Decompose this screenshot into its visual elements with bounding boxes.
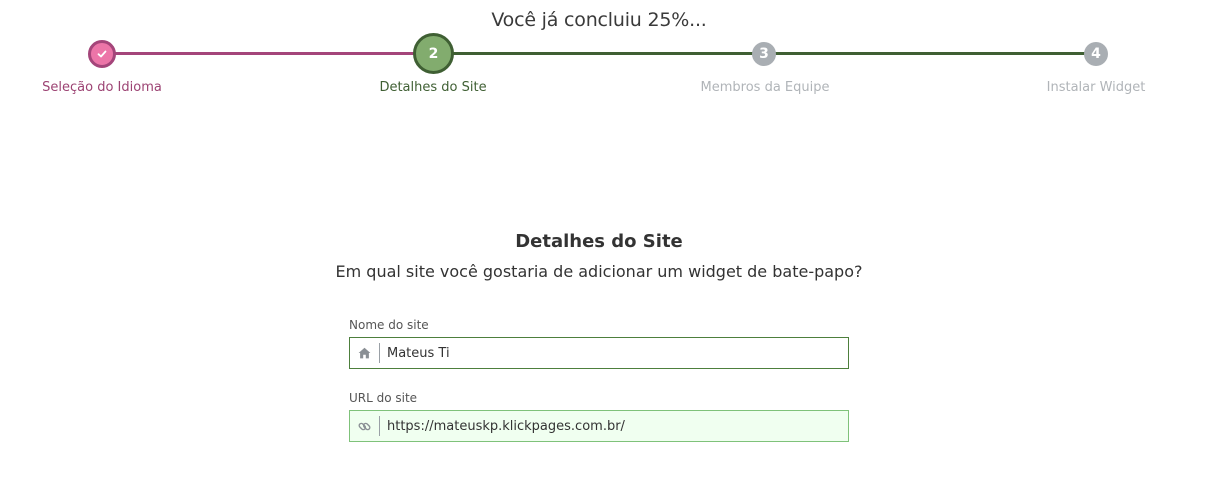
site-url-label: URL do site	[349, 391, 418, 405]
site-url-field[interactable]	[349, 410, 849, 442]
step-3-label[interactable]: Membros da Equipe	[655, 80, 875, 95]
site-url-input[interactable]	[380, 411, 848, 441]
step-3-indicator[interactable]: 3	[752, 42, 776, 66]
step-2-indicator[interactable]: 2	[413, 33, 454, 74]
link-icon	[350, 416, 380, 436]
progress-title: Você já concluiu 25%...	[491, 9, 707, 31]
step-2-label[interactable]: Detalhes do Site	[323, 80, 543, 95]
progress-track-completed	[101, 52, 433, 55]
check-icon	[97, 50, 107, 58]
site-name-label: Nome do site	[349, 318, 429, 332]
step-4-label[interactable]: Instalar Widget	[986, 80, 1206, 95]
step-4-indicator[interactable]: 4	[1084, 42, 1108, 66]
section-subtitle: Em qual site você gostaria de adicionar …	[335, 262, 863, 281]
site-name-input[interactable]	[380, 338, 848, 368]
section-title: Detalhes do Site	[515, 231, 683, 252]
step-1-indicator[interactable]	[88, 40, 116, 68]
step-1-label[interactable]: Seleção do Idioma	[0, 80, 212, 95]
site-name-field[interactable]	[349, 337, 849, 369]
home-icon	[350, 343, 380, 363]
